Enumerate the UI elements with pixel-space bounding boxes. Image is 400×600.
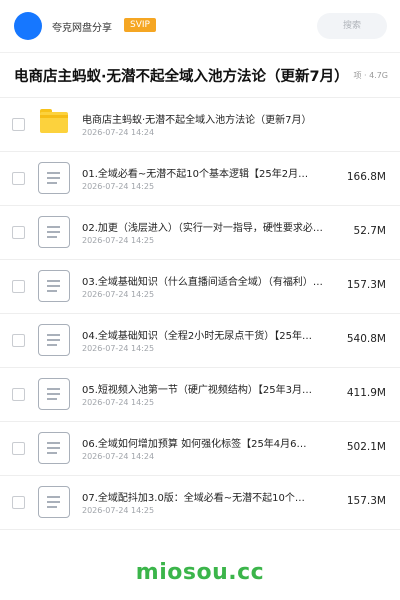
row-checkbox[interactable]: [12, 280, 25, 293]
file-name: 02.加更（浅层进入）（实行一对一指导，硬性要求必…: [82, 223, 323, 234]
page-title: 电商店主蚂蚁·无潜不起全域入池方法论（更新7月）: [14, 69, 349, 85]
file-date: 2026-07-24 14:25: [82, 236, 155, 245]
list-item[interactable]: 02.加更（浅层进入）（实行一对一指导，硬性要求必… 2026-07-24 14…: [0, 206, 400, 260]
svip-badge: SVIP: [124, 18, 156, 32]
row-checkbox[interactable]: [12, 334, 25, 347]
row-checkbox[interactable]: [12, 226, 25, 239]
document-icon: [38, 432, 70, 464]
list-item[interactable]: 07.全域配抖加3.0版：全域必看~无潜不起10个… 2026-07-24 14…: [0, 476, 400, 530]
document-icon: [38, 324, 70, 356]
row-checkbox[interactable]: [12, 172, 25, 185]
file-date: 2026-07-24 14:25: [82, 290, 155, 299]
file-size: 157.3M: [346, 279, 386, 291]
search-input[interactable]: 搜索: [317, 13, 387, 39]
file-date: 2026-07-24 14:25: [82, 506, 155, 515]
file-name: 03.全域基础知识（什么直播间适合全域）（有福利）…: [82, 277, 323, 288]
list-item[interactable]: 06.全域如何增加预算 如何强化标签【25年4月6… 2026-07-24 14…: [0, 422, 400, 476]
file-name: 05.短视频入池第一节（硬广视频结构）【25年3月…: [82, 385, 312, 396]
file-size: 411.9M: [346, 387, 386, 399]
file-name: 电商店主蚂蚁·无潜不起全域入池方法论（更新7月）: [82, 115, 312, 126]
file-name: 07.全域配抖加3.0版：全域必看~无潜不起10个…: [82, 493, 305, 504]
watermark-text: miosou.cc: [135, 560, 265, 585]
file-date: 2026-07-24 14:24: [82, 452, 155, 461]
document-icon: [38, 270, 70, 302]
file-size: 502.1M: [346, 441, 386, 453]
title-meta: 项 · 4.7G: [351, 70, 388, 81]
document-icon: [38, 486, 70, 518]
document-icon: [38, 162, 70, 194]
file-date: 2026-07-24 14:25: [82, 398, 155, 407]
file-size: 540.8M: [346, 333, 386, 345]
file-date: 2026-07-24 14:25: [82, 182, 155, 191]
site-name: 夸克网盘分享: [52, 23, 112, 34]
file-list: 电商店主蚂蚁·无潜不起全域入池方法论（更新7月） 2026-07-24 14:2…: [0, 98, 400, 530]
file-name: 04.全域基础知识（全程2小时无尿点干货）【25年…: [82, 331, 312, 342]
file-size: 166.8M: [346, 171, 386, 183]
list-item[interactable]: 01.全域必看~无潜不起10个基本逻辑【25年2月… 2026-07-24 14…: [0, 152, 400, 206]
title-row: 电商店主蚂蚁·无潜不起全域入池方法论（更新7月） 项 · 4.7G: [0, 53, 400, 97]
row-checkbox[interactable]: [12, 388, 25, 401]
row-checkbox[interactable]: [12, 118, 25, 131]
document-icon: [38, 216, 70, 248]
document-icon: [38, 378, 70, 410]
app-header: 夸克网盘分享 SVIP 搜索: [0, 0, 400, 52]
file-date: 2026-07-24 14:24: [82, 128, 155, 137]
list-item[interactable]: 03.全域基础知识（什么直播间适合全域）（有福利）… 2026-07-24 14…: [0, 260, 400, 314]
file-size: 52.7M: [353, 225, 386, 237]
list-item-folder[interactable]: 电商店主蚂蚁·无潜不起全域入池方法论（更新7月） 2026-07-24 14:2…: [0, 98, 400, 152]
avatar[interactable]: [14, 12, 42, 40]
row-checkbox[interactable]: [12, 442, 25, 455]
file-name: 06.全域如何增加预算 如何强化标签【25年4月6…: [82, 439, 307, 450]
folder-icon: [40, 109, 68, 133]
file-size: 157.3M: [346, 495, 386, 507]
file-name: 01.全域必看~无潜不起10个基本逻辑【25年2月…: [82, 169, 309, 180]
row-checkbox[interactable]: [12, 496, 25, 509]
list-item[interactable]: 04.全域基础知识（全程2小时无尿点干货）【25年… 2026-07-24 14…: [0, 314, 400, 368]
file-date: 2026-07-24 14:25: [82, 344, 155, 353]
list-item[interactable]: 05.短视频入池第一节（硬广视频结构）【25年3月… 2026-07-24 14…: [0, 368, 400, 422]
